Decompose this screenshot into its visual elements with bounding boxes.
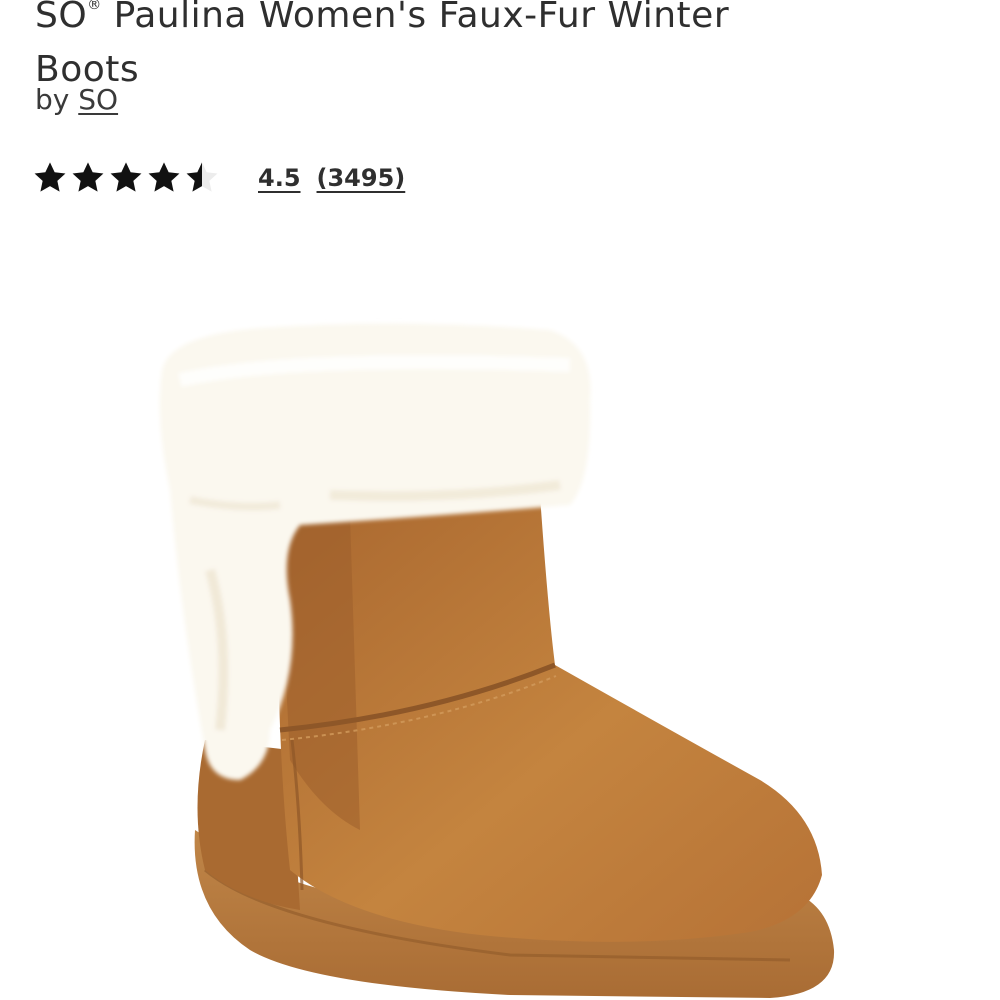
product-page: SO® Paulina Women's Faux-Fur Winter Boot…: [0, 0, 1000, 1000]
star-icon: [186, 162, 218, 192]
product-title-line-2: Boots: [35, 49, 140, 90]
star-icon: [34, 162, 66, 192]
star-icon: [72, 162, 104, 192]
product-image[interactable]: [150, 310, 850, 1000]
star-rating[interactable]: [32, 160, 222, 196]
product-title: SO® Paulina Women's Faux-Fur Winter Boot…: [35, 0, 975, 97]
rating-row: 4.5 (3495): [32, 155, 405, 201]
by-label: by: [35, 83, 70, 116]
review-count-link[interactable]: (3495): [317, 164, 406, 192]
registered-trademark: ®: [87, 0, 102, 13]
product-byline: by SO: [35, 80, 118, 120]
title-brand-prefix: SO: [35, 0, 88, 36]
rating-value-link[interactable]: 4.5: [258, 164, 301, 192]
title-product-name: Paulina Women's Faux-Fur Winter: [101, 0, 730, 36]
star-icon: [110, 162, 142, 192]
star-icon: [148, 162, 180, 192]
brand-link[interactable]: SO: [78, 83, 118, 116]
product-title-line-1: SO® Paulina Women's Faux-Fur Winter: [35, 0, 975, 43]
